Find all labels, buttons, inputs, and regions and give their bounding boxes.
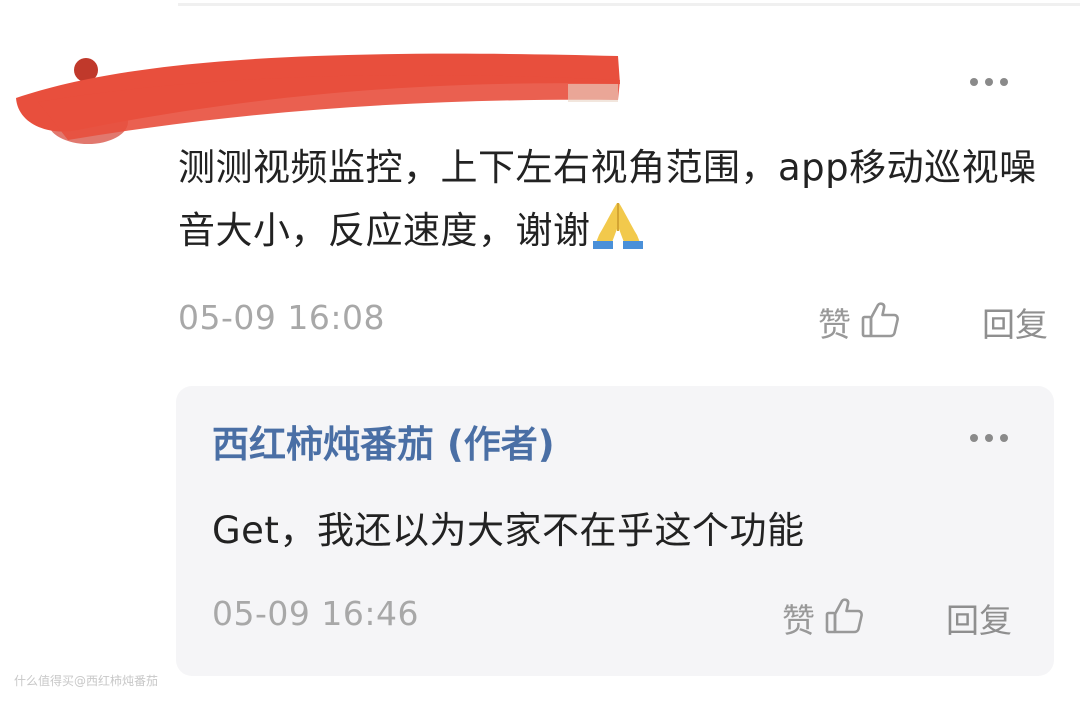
more-dot (985, 434, 993, 442)
reply-reply-button[interactable]: 回复 (946, 594, 1012, 642)
folded-hands-emoji-icon (591, 199, 645, 268)
like-label: 赞 (782, 601, 815, 640)
like-label: 赞 (818, 305, 851, 344)
comment-like-button[interactable]: 赞 (818, 298, 899, 346)
comment-body: 测测视频监控，上下左右视角范围，app移动巡视噪音大小，反应速度，谢谢 (178, 136, 1058, 268)
comment-more-icon[interactable] (970, 78, 1008, 86)
more-dot (985, 78, 993, 86)
reply-timestamp: 05-09 16:46 (212, 594, 419, 633)
more-dot (1000, 78, 1008, 86)
top-divider (178, 3, 1080, 6)
comment-reply-button[interactable]: 回复 (982, 298, 1048, 346)
more-dot (1000, 434, 1008, 442)
thumbs-up-icon (825, 597, 863, 639)
reply-like-button[interactable]: 赞 (782, 594, 863, 642)
reply-more-icon[interactable] (970, 434, 1008, 442)
reply-card: 西红柿炖番茄 (作者) Get，我还以为大家不在乎这个功能 05-09 16:4… (176, 386, 1054, 676)
more-dot (970, 434, 978, 442)
reply-author-name[interactable]: 西红柿炖番茄 (作者) (212, 414, 555, 468)
more-dot (970, 78, 978, 86)
comment-timestamp: 05-09 16:08 (178, 298, 385, 337)
redacted-username (8, 40, 628, 150)
thumbs-up-icon (861, 301, 899, 343)
reply-body: Get，我还以为大家不在乎这个功能 (212, 509, 805, 552)
watermark: 什么值得买@西红柿炖番茄 (14, 674, 159, 688)
